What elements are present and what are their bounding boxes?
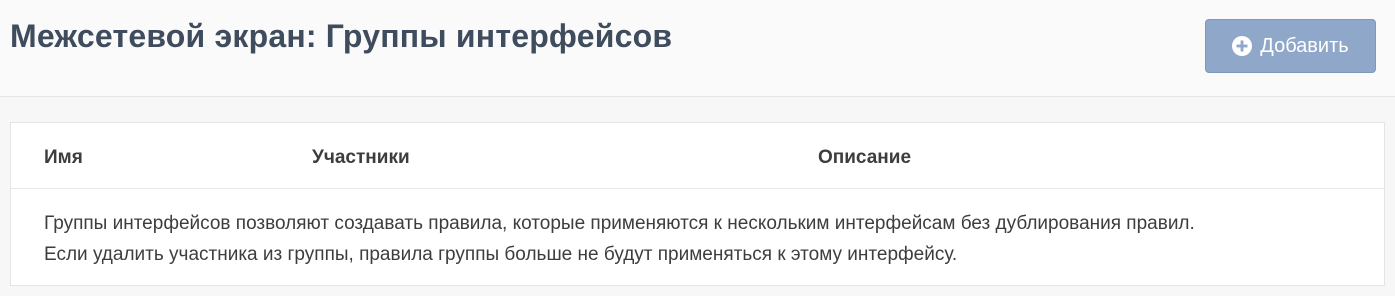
empty-table-info: Группы интерфейсов позволяют создавать п…	[44, 208, 1374, 270]
add-button-label: Добавить	[1260, 34, 1349, 57]
add-button[interactable]: Добавить	[1205, 19, 1376, 73]
info-line: Группы интерфейсов позволяют создавать п…	[44, 213, 1195, 234]
column-header-name[interactable]: Имя	[44, 147, 83, 169]
column-header-members[interactable]: Участники	[312, 147, 410, 169]
interface-groups-table: Имя Участники Описание Группы интерфейсо…	[10, 122, 1385, 286]
info-line: Если удалить участника из группы, правил…	[44, 244, 958, 265]
page-title: Межсетевой экран: Группы интерфейсов	[10, 18, 673, 54]
page-header: Межсетевой экран: Группы интерфейсов Доб…	[0, 0, 1395, 97]
table-header: Имя Участники Описание	[11, 123, 1384, 189]
column-header-description[interactable]: Описание	[818, 147, 911, 169]
plus-circle-icon	[1232, 36, 1253, 56]
